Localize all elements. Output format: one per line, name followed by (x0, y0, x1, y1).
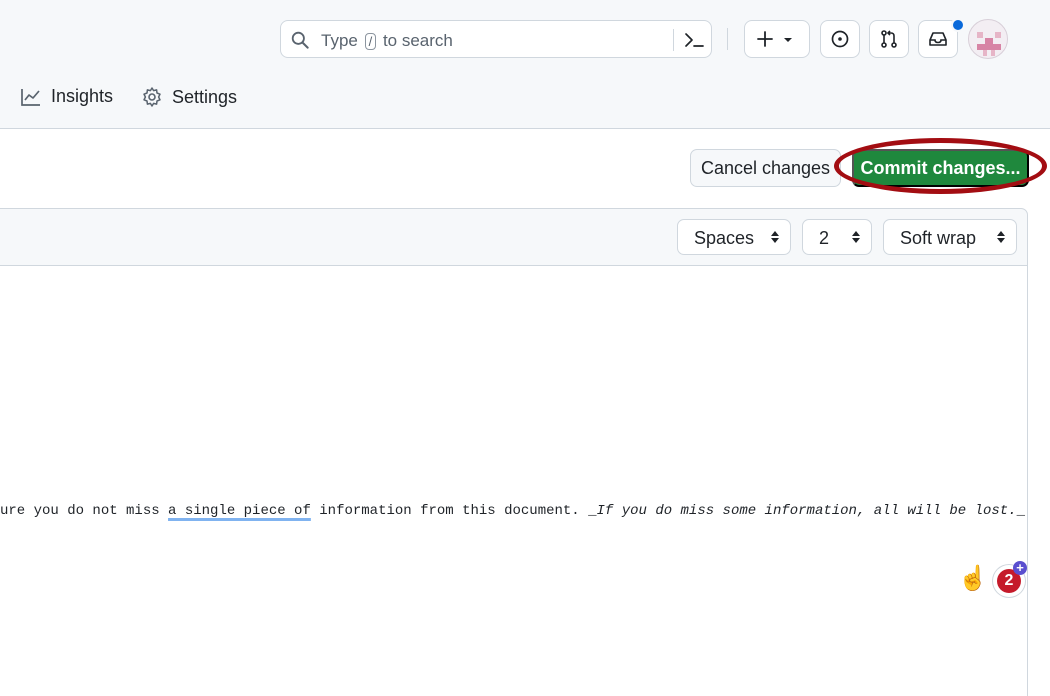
graph-icon (21, 88, 40, 106)
issue-opened-icon (831, 30, 849, 48)
annotation-highlight-ring (834, 138, 1047, 194)
line-text-segment: _ (1016, 503, 1025, 519)
tab-insights-label: Insights (51, 86, 114, 106)
wrap-mode-select[interactable]: Soft wrap (883, 219, 1017, 255)
line-text-segment: information from this document. _ (310, 503, 597, 519)
indent-mode-value: Spaces (694, 228, 755, 248)
header-separator (727, 28, 728, 50)
select-arrows-icon (997, 231, 1005, 243)
git-pull-request-icon (881, 30, 897, 48)
chevron-down-icon (784, 38, 792, 42)
identicon (977, 32, 1001, 56)
gear-icon (143, 87, 161, 107)
notification-dot (951, 18, 965, 32)
italic-text: If you do miss some information, all wil… (596, 503, 1017, 519)
inbox-icon (929, 32, 947, 46)
editor-text-line[interactable]: ure you do not miss a single piece of in… (0, 503, 1025, 519)
indent-mode-select[interactable]: Spaces (677, 219, 791, 255)
pull-requests-button[interactable] (869, 20, 909, 58)
plus-icon (757, 31, 773, 47)
search-icon (291, 31, 309, 49)
tab-settings[interactable]: Settings (141, 86, 237, 108)
search-input[interactable]: Type / to search (280, 20, 712, 58)
tab-settings-label: Settings (172, 86, 238, 107)
line-text-segment: ure you do not miss (0, 503, 169, 519)
search-placeholder: Type / to search (321, 31, 453, 50)
command-palette-icon[interactable] (683, 31, 705, 49)
slash-key: / (364, 33, 377, 50)
indent-size-value: 2 (819, 228, 830, 248)
select-arrows-icon (771, 231, 779, 243)
create-new-button[interactable] (744, 20, 810, 58)
extension-badge[interactable]: 2 + (993, 561, 1027, 597)
issues-button[interactable] (820, 20, 860, 58)
spellcheck-underlined-text: a single piece of (168, 503, 311, 519)
indent-size-select[interactable]: 2 (802, 219, 872, 255)
select-arrows-icon (852, 231, 860, 243)
badge-plus-icon: + (1013, 561, 1027, 575)
tab-insights[interactable]: Insights (20, 86, 113, 107)
top-header: Type / to search Insights Settings (0, 0, 1050, 129)
code-editor[interactable] (0, 266, 1028, 696)
user-avatar[interactable] (968, 19, 1008, 59)
search-divider (673, 29, 674, 51)
cancel-changes-button[interactable]: Cancel changes (690, 149, 841, 187)
pointing-hand-icon: ☝ (958, 565, 988, 592)
editor-toolbar (0, 208, 1028, 266)
wrap-mode-value: Soft wrap (900, 228, 977, 248)
